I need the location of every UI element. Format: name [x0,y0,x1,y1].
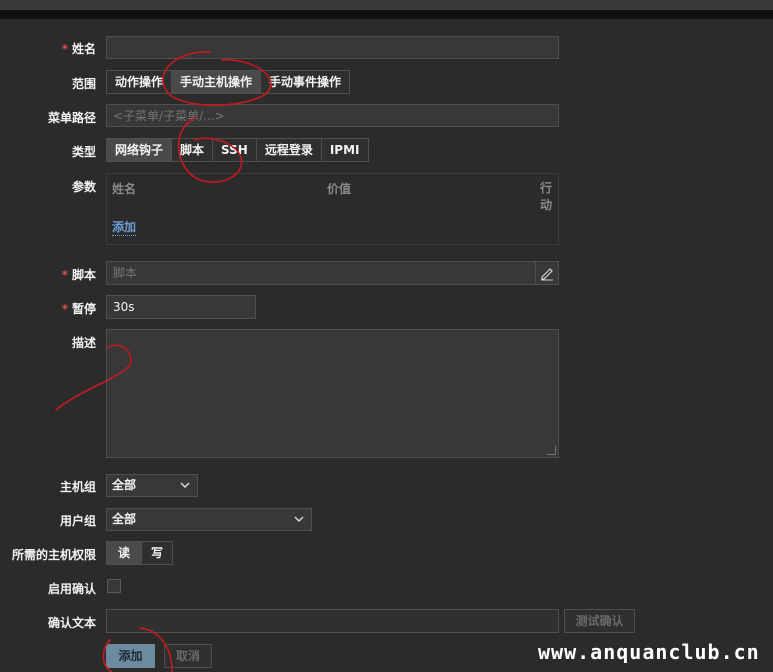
user-group-value: 全部 [112,512,137,526]
scope-option-manual-event[interactable]: 手动事件操作 [261,71,349,93]
scope-option-action[interactable]: 动作操作 [107,71,173,93]
add-button[interactable]: 添加 [106,644,155,668]
permission-option-read[interactable]: 读 [107,542,143,564]
watermark: www.anquanclub.cn [538,640,760,664]
cancel-button[interactable]: 取消 [164,644,212,668]
top-bar-shadow [0,10,773,19]
type-option-script[interactable]: 脚本 [172,139,214,161]
type-label: 类型 [71,145,96,159]
menu-path-input[interactable] [106,104,559,127]
timeout-input[interactable] [106,295,256,319]
name-label: 姓名 [0,40,96,57]
resize-handle-icon[interactable] [547,446,556,455]
script-edit-button[interactable] [535,261,559,285]
confirm-text-label: 确认文本 [47,616,96,630]
test-confirm-button[interactable]: 测试确认 [564,609,635,633]
params-header-name: 姓名 [112,182,137,196]
description-label: 描述 [71,336,96,350]
host-group-select[interactable]: 全部 [106,474,198,497]
chevron-down-icon [294,516,304,522]
type-segmented: 网络钩子 脚本 SSH 远程登录 IPMI [106,138,369,162]
confirm-text-input[interactable] [106,609,559,633]
type-option-telnet[interactable]: 远程登录 [257,139,322,161]
scope-segmented: 动作操作 手动主机操作 手动事件操作 [106,70,351,94]
params-header-action: 行动 [540,181,553,212]
menu-path-label: 菜单路径 [47,111,96,125]
params-header-value: 价值 [327,182,352,196]
pencil-icon [541,268,553,281]
chevron-down-icon [180,482,190,488]
user-group-select[interactable]: 全部 [106,508,312,531]
type-option-ipmi[interactable]: IPMI [322,139,368,161]
top-bar [0,0,773,10]
permission-option-write[interactable]: 写 [142,542,172,564]
enable-confirm-label: 启用确认 [47,582,96,596]
scope-option-manual-host[interactable]: 手动主机操作 [172,71,262,93]
script-label: 脚本 [0,266,96,283]
type-option-ssh[interactable]: SSH [213,139,257,161]
timeout-label: 暂停 [0,300,96,317]
host-group-value: 全部 [112,478,137,492]
permissions-label: 所需的主机权限 [11,548,96,562]
user-group-label: 用户组 [59,514,96,528]
permissions-segmented: 读 写 [106,541,174,565]
description-textarea[interactable] [106,329,559,458]
name-input[interactable] [106,36,559,59]
type-option-webhook[interactable]: 网络钩子 [107,139,173,161]
script-input[interactable] [106,261,536,285]
enable-confirm-checkbox[interactable] [107,579,121,593]
params-label: 参数 [71,180,96,194]
scope-label: 范围 [71,77,96,91]
host-group-label: 主机组 [59,480,96,494]
params-table: 姓名 价值 行动 添加 [106,173,559,245]
params-add-link[interactable]: 添加 [112,218,137,236]
